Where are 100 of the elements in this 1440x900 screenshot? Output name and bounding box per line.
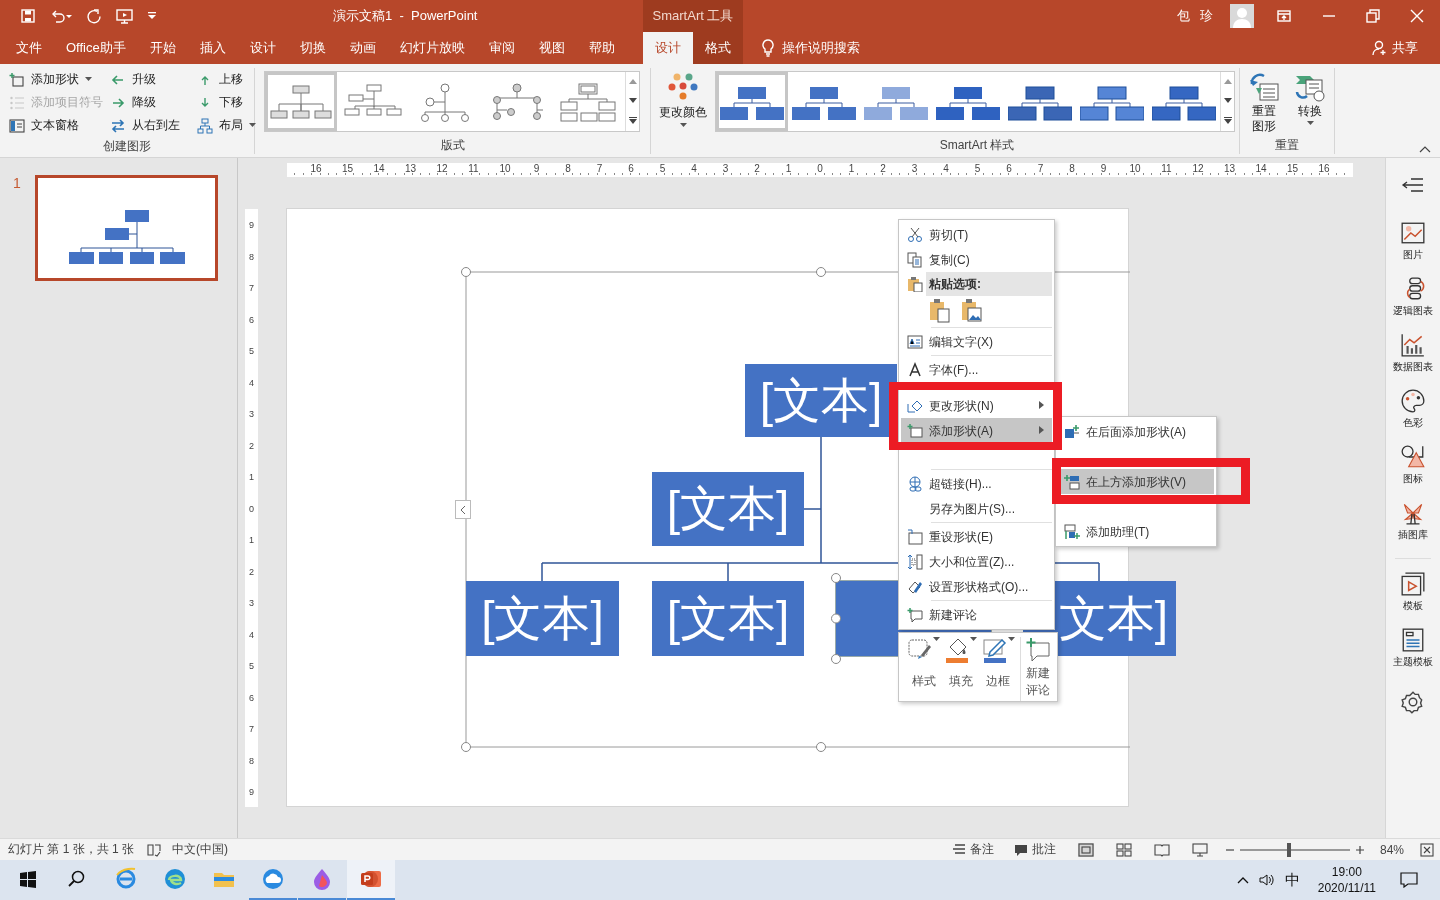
clock-time[interactable]: 19:00 xyxy=(1331,864,1362,880)
menu-item[interactable]: 更改形状(N) xyxy=(901,393,1052,418)
restore-icon[interactable] xyxy=(1366,9,1380,23)
menu-item[interactable]: 大小和位置(Z)... xyxy=(901,549,1052,574)
menu-item[interactable]: 在后面添加形状(A) xyxy=(1058,419,1214,444)
share-button[interactable]: 共享 xyxy=(1360,32,1430,64)
language-indicator[interactable]: 中文(中国) xyxy=(172,841,229,858)
mini-toolbar-button[interactable]: 填充 xyxy=(942,637,980,701)
ribbon-button[interactable]: 上移 xyxy=(197,68,257,91)
customize-caret-icon[interactable] xyxy=(148,12,156,20)
side-pane-button[interactable]: 模板 xyxy=(1400,571,1426,627)
ribbon-button[interactable]: 升级 xyxy=(110,68,192,91)
tell-me-search[interactable]: 操作说明搜索 xyxy=(749,32,872,64)
ribbon-tab[interactable]: 动画 xyxy=(337,32,388,64)
style-option[interactable] xyxy=(716,72,788,131)
ribbon-tab[interactable]: 格式 xyxy=(693,32,743,64)
input-method-indicator[interactable]: 中 xyxy=(1284,870,1300,890)
collapse-ribbon-icon[interactable] xyxy=(1419,145,1431,153)
ribbon-tab[interactable]: 切换 xyxy=(287,32,338,64)
ribbon-tab[interactable]: 审阅 xyxy=(476,32,527,64)
side-pane-button[interactable]: 逻辑图表 xyxy=(1393,276,1433,332)
ribbon-button[interactable]: 降级 xyxy=(110,91,192,114)
ribbon-tab[interactable]: 设计 xyxy=(643,32,693,64)
zoom-in-icon[interactable] xyxy=(1355,845,1364,854)
speaker-icon[interactable] xyxy=(1258,873,1275,887)
ribbon-button[interactable]: 从右到左 xyxy=(110,114,192,137)
ribbon-display-icon[interactable] xyxy=(1276,8,1292,24)
normal-view-icon[interactable] xyxy=(1077,842,1094,857)
side-pane-button[interactable]: 图片 xyxy=(1400,220,1426,276)
diagram-shape[interactable]: [文本] xyxy=(745,364,897,437)
collapse-pane-icon[interactable] xyxy=(1401,176,1425,194)
resize-handle[interactable] xyxy=(831,573,841,583)
zoom-slider-thumb[interactable] xyxy=(1287,842,1292,857)
chevron-up-icon[interactable] xyxy=(1236,876,1249,884)
resize-handle[interactable] xyxy=(461,267,471,277)
reading-view-icon[interactable] xyxy=(1153,842,1170,857)
scroll-down-icon[interactable] xyxy=(1223,98,1232,103)
mini-toolbar-button[interactable]: 边框 xyxy=(979,637,1017,701)
change-colors-button[interactable]: 更改颜色 xyxy=(659,68,707,154)
ribbon-button[interactable]: 重置图形 xyxy=(1248,68,1280,136)
side-pane-button[interactable]: 数据图表 xyxy=(1393,332,1433,388)
menu-item[interactable]: 字体(F)... xyxy=(901,357,1052,382)
save-icon[interactable] xyxy=(20,8,36,24)
expand-gallery-icon[interactable] xyxy=(1223,117,1232,124)
slideshow-view-icon[interactable] xyxy=(1191,842,1208,857)
mini-toolbar-button[interactable]: 新建评论 xyxy=(1019,637,1053,701)
diagram-shape[interactable]: [文本] xyxy=(466,581,619,656)
ribbon-tab[interactable]: 插入 xyxy=(187,32,238,64)
ribbon-tab[interactable]: 文件 xyxy=(4,32,54,64)
scroll-down-icon[interactable] xyxy=(628,98,637,103)
paste-icon[interactable] xyxy=(929,298,951,324)
resize-handle[interactable] xyxy=(831,654,841,664)
fit-to-window-icon[interactable] xyxy=(1420,842,1434,857)
ribbon-button[interactable]: 转换 xyxy=(1294,68,1326,136)
slide-thumbnail[interactable] xyxy=(35,175,218,281)
ribbon-tab[interactable]: Office助手 xyxy=(54,32,138,64)
ribbon-button[interactable]: 文本窗格 xyxy=(9,114,105,137)
menu-item[interactable]: 复制(C) xyxy=(901,247,1052,272)
slideshow-icon[interactable] xyxy=(116,8,134,24)
ribbon-tab[interactable]: 帮助 xyxy=(576,32,627,64)
scroll-up-icon[interactable] xyxy=(1223,79,1232,84)
ribbon-tab[interactable]: 开始 xyxy=(137,32,188,64)
diagram-shape[interactable]: [文本] xyxy=(652,472,804,546)
scroll-up-icon[interactable] xyxy=(628,79,637,84)
undo-icon[interactable] xyxy=(50,8,72,24)
resize-handle[interactable] xyxy=(816,267,826,277)
slide-sorter-icon[interactable] xyxy=(1115,842,1132,857)
ribbon-tab[interactable]: 设计 xyxy=(237,32,288,64)
resize-handle[interactable] xyxy=(816,742,826,752)
menu-item[interactable]: 添加形状(A) xyxy=(901,418,1052,443)
clock-date[interactable]: 2020/11/11 xyxy=(1317,880,1376,896)
redo-icon[interactable] xyxy=(86,8,102,24)
notification-icon[interactable] xyxy=(1400,872,1418,888)
notes-button[interactable]: 备注 xyxy=(951,841,994,858)
resize-handle[interactable] xyxy=(831,613,841,624)
menu-item[interactable]: 另存为图片(S)... xyxy=(901,496,1052,521)
menu-item[interactable]: 重设形状(E) xyxy=(901,524,1052,549)
ribbon-tab[interactable]: 视图 xyxy=(526,32,577,64)
expand-gallery-icon[interactable] xyxy=(628,117,637,124)
side-pane-button[interactable]: 图标 xyxy=(1400,444,1426,500)
mini-toolbar-button[interactable]: 样式 xyxy=(905,637,943,701)
menu-item[interactable]: 超链接(H)... xyxy=(901,471,1052,496)
spell-check-icon[interactable] xyxy=(146,842,163,857)
menu-item[interactable]: 在上方添加形状(V) xyxy=(1058,469,1214,494)
paste-picture-icon[interactable] xyxy=(961,298,983,324)
side-pane-button[interactable]: 插图库 xyxy=(1398,500,1428,556)
menu-item[interactable]: 编辑文字(X) xyxy=(901,329,1052,354)
close-icon[interactable] xyxy=(1410,9,1424,23)
ribbon-button[interactable]: 添加形状 xyxy=(9,68,105,91)
side-pane-button[interactable]: 色彩 xyxy=(1400,388,1426,444)
comments-button[interactable]: 批注 xyxy=(1013,841,1056,858)
menu-item[interactable]: 剪切(T) xyxy=(901,222,1052,247)
diagram-shape[interactable]: [文本] xyxy=(652,581,804,656)
resize-handle[interactable] xyxy=(461,742,471,752)
taskbar-app-button[interactable] xyxy=(347,860,395,900)
menu-item[interactable]: 添加助理(T) xyxy=(1058,519,1214,544)
side-pane-button[interactable]: 主题模板 xyxy=(1393,627,1433,683)
ribbon-button[interactable]: 下移 xyxy=(197,91,257,114)
ribbon-button[interactable]: 布局 xyxy=(197,114,257,137)
text-pane-toggle[interactable] xyxy=(455,500,471,519)
